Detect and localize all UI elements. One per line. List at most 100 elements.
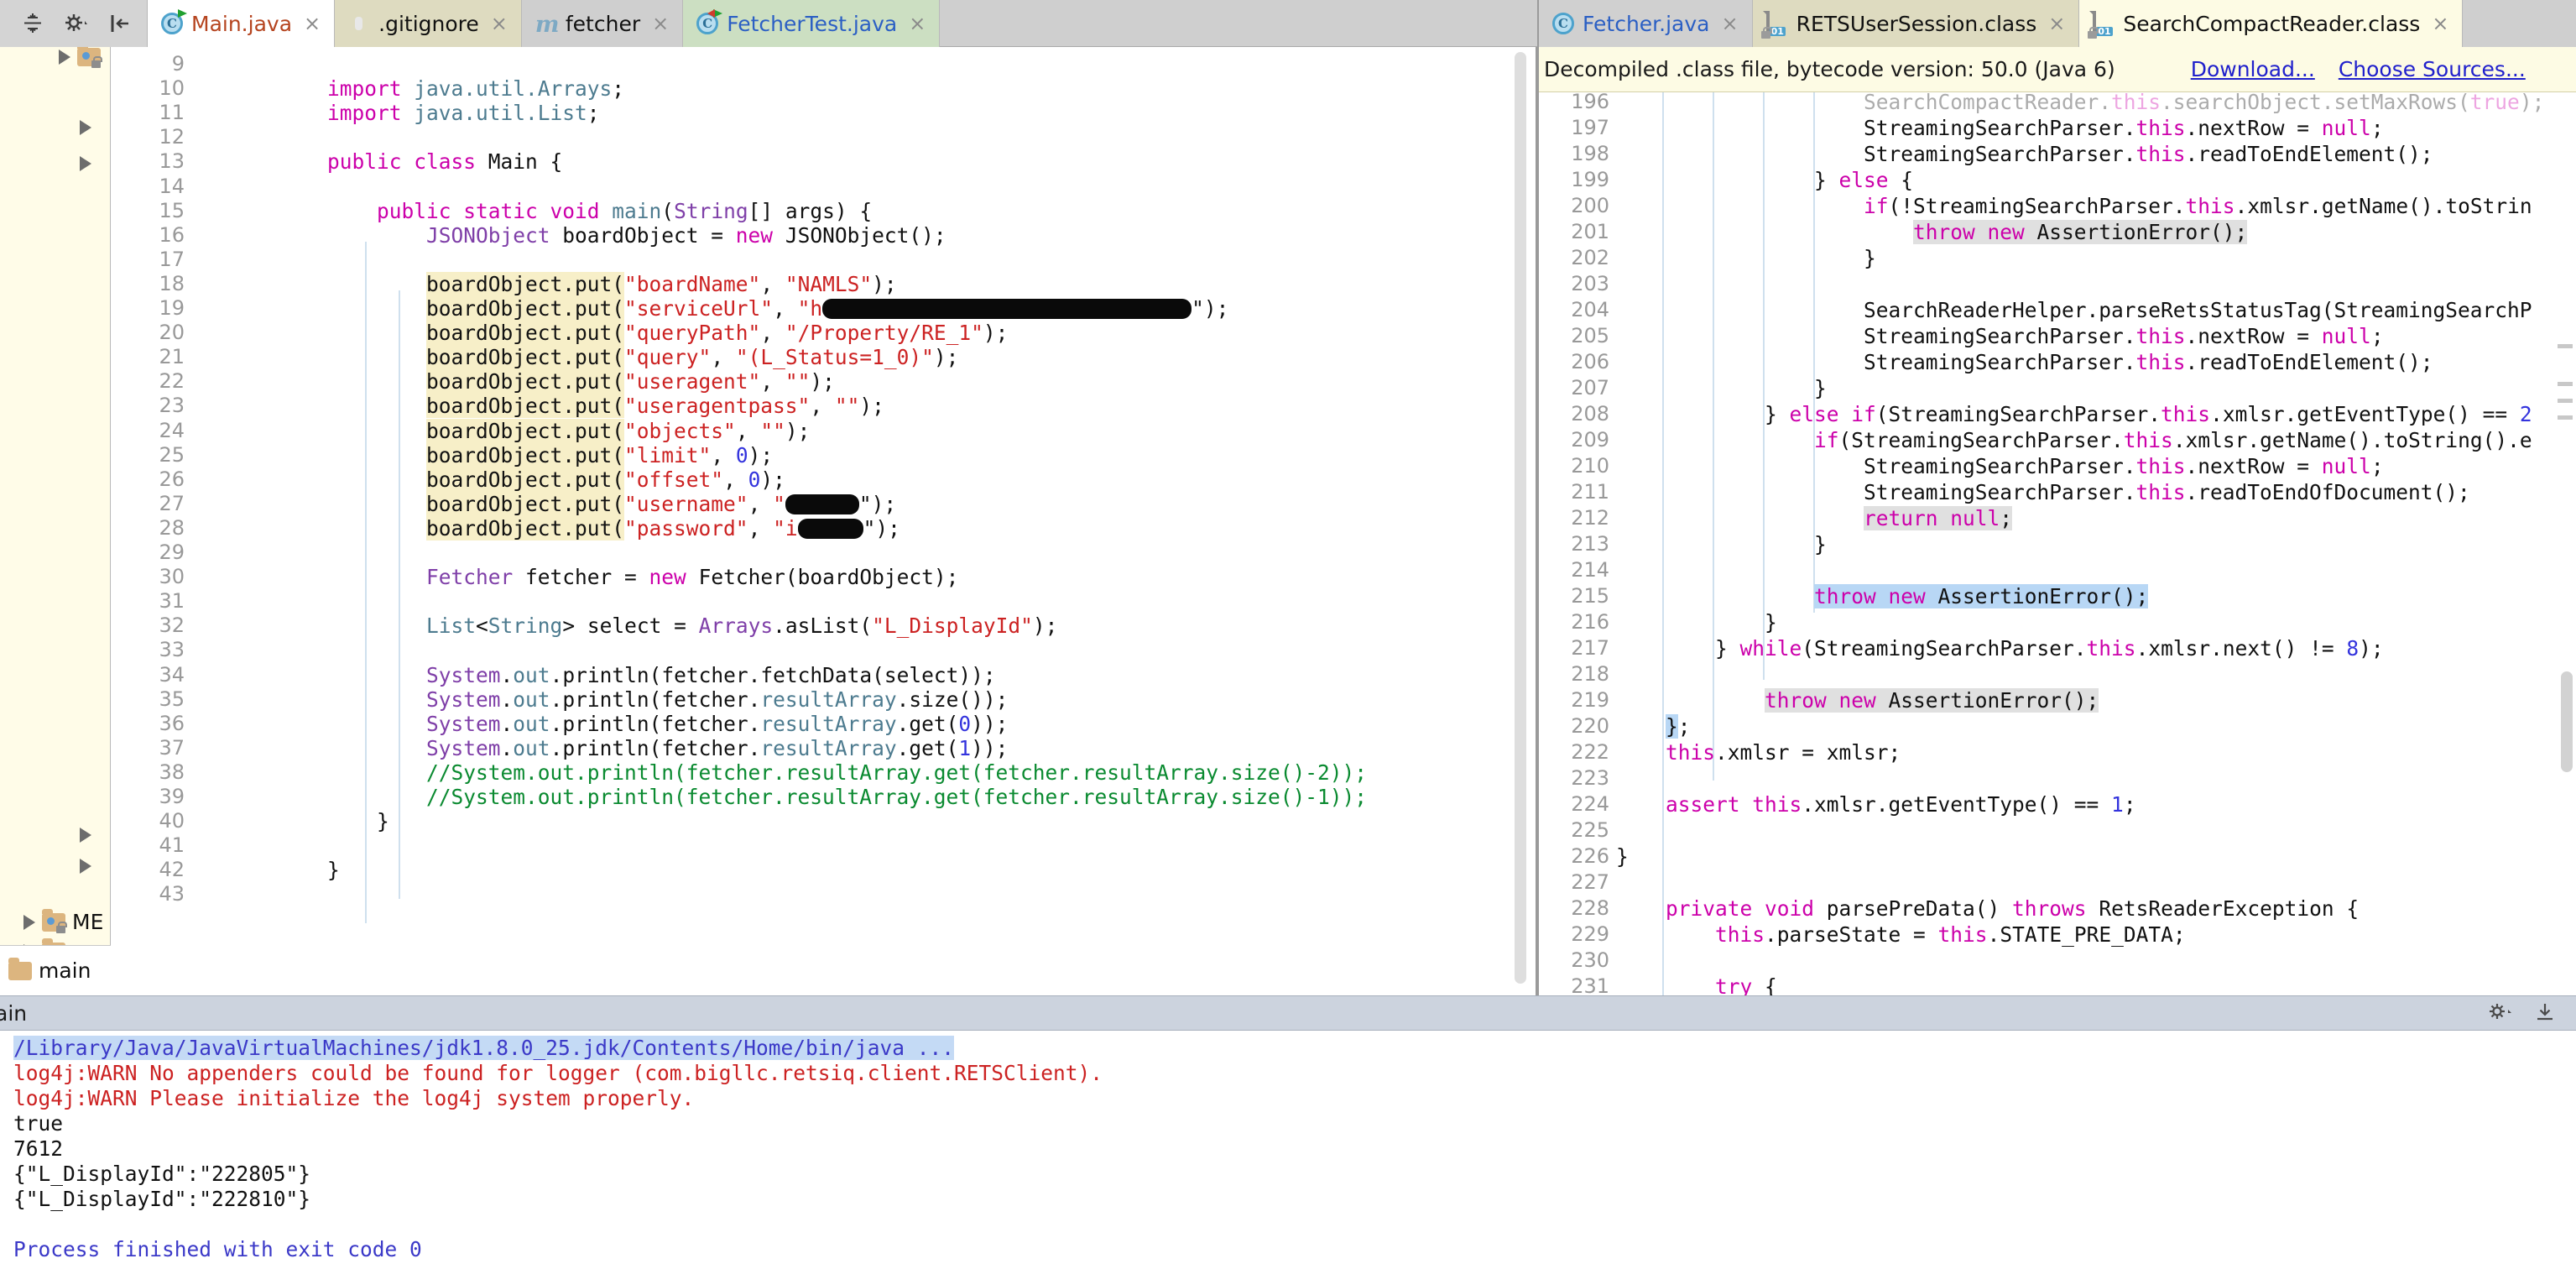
code-content-right[interactable]: SearchCompactReader.this.searchObject.se… xyxy=(1616,89,2576,995)
code-line[interactable]: } xyxy=(327,809,389,833)
expand-collapse-icon[interactable] xyxy=(18,9,47,38)
tree-item-extra[interactable] xyxy=(80,859,91,874)
code-line[interactable]: boardObject.put("query", "(L_Status=1_0)… xyxy=(327,345,958,370)
code-line[interactable]: boardObject.put("limit", 0); xyxy=(327,442,773,467)
code-line[interactable]: try { xyxy=(1616,974,1777,995)
code-line[interactable]: public class Main { xyxy=(327,149,562,174)
code-editor-main-java[interactable]: 9 10 11 12 13 14 15 16 17 18 19 20 21 22 23 24 25 26 27 28 2… xyxy=(111,47,1537,995)
project-tree-footer[interactable]: main xyxy=(0,945,111,995)
download-link[interactable]: Download... xyxy=(2191,57,2315,81)
code-line[interactable]: throw new AssertionError(); xyxy=(1616,583,2149,609)
tree-item-0[interactable] xyxy=(59,47,107,68)
hide-panel-icon[interactable] xyxy=(106,9,134,38)
code-line[interactable]: if(StreamingSearchParser.this.xmlsr.getN… xyxy=(1616,427,2532,453)
code-line[interactable]: StreamingSearchParser.this.nextRow = nul… xyxy=(1616,323,2384,349)
code-line[interactable]: boardObject.put("queryPath", "/Property/… xyxy=(327,321,1008,346)
tree-item-extra3[interactable] xyxy=(80,120,91,135)
close-icon[interactable]: × xyxy=(2048,12,2065,35)
code-line[interactable]: JSONObject boardObject = new JSONObject(… xyxy=(327,223,946,248)
close-icon[interactable]: × xyxy=(909,12,926,35)
chevron-right-icon[interactable] xyxy=(80,120,91,135)
code-line[interactable]: boardObject.put("password", "i "); xyxy=(327,515,900,540)
code-line[interactable]: } xyxy=(1616,245,1876,271)
code-line[interactable]: } xyxy=(327,858,340,882)
code-line[interactable]: boardObject.put("offset", 0); xyxy=(327,467,785,492)
code-line[interactable]: if(!StreamingSearchParser.this.xmlsr.get… xyxy=(1616,193,2532,219)
code-line[interactable]: System.out.println(fetcher.resultArray.g… xyxy=(327,736,1008,760)
chevron-right-icon[interactable] xyxy=(80,828,91,843)
code-line[interactable]: throw new AssertionError(); xyxy=(1616,219,2248,245)
export-down-icon[interactable] xyxy=(2534,1001,2556,1026)
code-line[interactable]: System.out.println(fetcher.fetchData(sel… xyxy=(327,663,996,687)
code-line[interactable]: StreamingSearchParser.this.nextRow = nul… xyxy=(1616,453,2384,479)
close-icon[interactable]: × xyxy=(2432,12,2448,35)
editor-scroll-thumb-left[interactable] xyxy=(1515,52,1526,984)
tree-item-extra4[interactable] xyxy=(80,156,91,171)
code-line[interactable]: StreamingSearchParser.this.readToEndOfDo… xyxy=(1616,479,2470,505)
code-line[interactable]: List<String> select = Arrays.asList("L_D… xyxy=(327,614,1057,638)
close-icon[interactable]: × xyxy=(652,12,669,35)
code-token: this xyxy=(1937,922,1988,947)
code-line[interactable]: } else { xyxy=(1616,167,1913,193)
code-line[interactable]: boardObject.put("useragentpass", ""); xyxy=(327,394,884,419)
tab-fetchertest-java[interactable]: C FetcherTest.java × xyxy=(683,0,941,47)
code-line[interactable]: SearchReaderHelper.parseRetsStatusTag(St… xyxy=(1616,297,2532,323)
choose-sources-link[interactable]: Choose Sources... xyxy=(2339,57,2526,81)
code-line[interactable]: System.out.println(fetcher.resultArray.g… xyxy=(327,712,1008,736)
code-content-left[interactable]: import java.util.Arrays; import java.util… xyxy=(193,47,1537,995)
tab-retsusersession-class[interactable]: 01 RETSUserSession.class × xyxy=(1752,0,2080,47)
close-icon[interactable]: × xyxy=(1721,12,1738,35)
code-line[interactable]: System.out.println(fetcher.resultArray.s… xyxy=(327,687,1008,712)
code-line[interactable]: private void parsePreData() throws RetsR… xyxy=(1616,896,2359,922)
code-line[interactable]: boardObject.put("objects", ""); xyxy=(327,418,810,443)
code-line[interactable]: }; xyxy=(1616,713,1691,739)
code-line[interactable]: } xyxy=(1616,531,1827,557)
code-line[interactable]: //System.out.println(fetcher.resultArray… xyxy=(327,760,1367,785)
code-line[interactable]: Fetcher fetcher = new Fetcher(boardObjec… xyxy=(327,565,958,589)
code-line[interactable]: StreamingSearchParser.this.readToEndElem… xyxy=(1616,349,2433,375)
tab-fetcher[interactable]: m fetcher × xyxy=(521,0,684,47)
project-tree-panel[interactable]: ME org xyxy=(0,47,111,995)
code-line[interactable]: StreamingSearchParser.this.nextRow = nul… xyxy=(1616,115,2384,141)
code-line[interactable]: //System.out.println(fetcher.resultArray… xyxy=(327,785,1367,809)
code-line[interactable]: boardObject.put("username", " "); xyxy=(327,491,896,516)
code-line[interactable]: throw new AssertionError(); xyxy=(1616,687,2099,713)
chevron-right-icon[interactable] xyxy=(23,914,35,930)
code-line[interactable]: } xyxy=(1616,843,1629,870)
code-line[interactable]: return null; xyxy=(1616,505,2013,531)
chevron-right-icon[interactable] xyxy=(59,50,70,65)
code-line[interactable]: assert this.xmlsr.getEventType() == 1; xyxy=(1616,791,2136,817)
tab-searchcompactreader-class[interactable]: 01 SearchCompactReader.class × xyxy=(2079,0,2464,47)
tab-gitignore[interactable]: .gitignore × xyxy=(335,0,522,47)
tab-fetcher-java[interactable]: C Fetcher.java × xyxy=(1539,0,1753,47)
console-output[interactable]: /Library/Java/JavaVirtualMachines/jdk1.8… xyxy=(0,1031,2576,1269)
editor-scrollbar-right[interactable] xyxy=(2554,92,2576,995)
code-line[interactable]: boardObject.put("boardName", "NAMLS"); xyxy=(327,271,897,296)
console-tab-label[interactable]: ain xyxy=(0,1001,27,1026)
code-line[interactable]: boardObject.put("useragent", ""); xyxy=(327,369,835,394)
tree-item-extra2[interactable] xyxy=(80,828,91,843)
code-line[interactable]: } xyxy=(1616,375,1827,401)
close-icon[interactable]: × xyxy=(491,12,508,35)
code-line[interactable]: this.xmlsr = xmlsr; xyxy=(1616,739,1901,765)
code-line[interactable]: } xyxy=(1616,609,1777,635)
tab-main-java[interactable]: C Main.java × xyxy=(148,0,336,47)
code-line[interactable]: boardObject.put("serviceUrl", "h "); xyxy=(327,296,1228,321)
code-line[interactable]: StreamingSearchParser.this.readToEndElem… xyxy=(1616,141,2433,167)
tree-item-1[interactable]: ME xyxy=(23,908,103,934)
code-line[interactable]: public static void main(String[] args) { xyxy=(327,199,872,223)
code-line[interactable]: import java.util.Arrays; xyxy=(327,76,624,101)
code-line[interactable]: this.parseState = this.STATE_PRE_DATA; xyxy=(1616,922,2186,948)
code-line[interactable]: } else if(StreamingSearchParser.this.xml… xyxy=(1616,401,2532,427)
close-icon[interactable]: × xyxy=(304,12,321,35)
chevron-right-icon[interactable] xyxy=(80,859,91,874)
code-line[interactable]: } while(StreamingSearchParser.this.xmlsr… xyxy=(1616,635,2384,661)
code-token: .put( xyxy=(562,442,625,467)
code-line[interactable]: import java.util.List; xyxy=(327,101,600,125)
chevron-right-icon[interactable] xyxy=(80,156,91,171)
settings-gear-icon[interactable] xyxy=(62,9,91,38)
code-editor-searchcompactreader-class[interactable]: Decompiled .class file, bytecode version… xyxy=(1539,47,2576,995)
editor-scroll-thumb-right[interactable] xyxy=(2561,671,2573,772)
code-line[interactable]: SearchCompactReader.this.searchObject.se… xyxy=(1616,89,2544,115)
settings-gear-icon[interactable] xyxy=(2487,1001,2512,1026)
